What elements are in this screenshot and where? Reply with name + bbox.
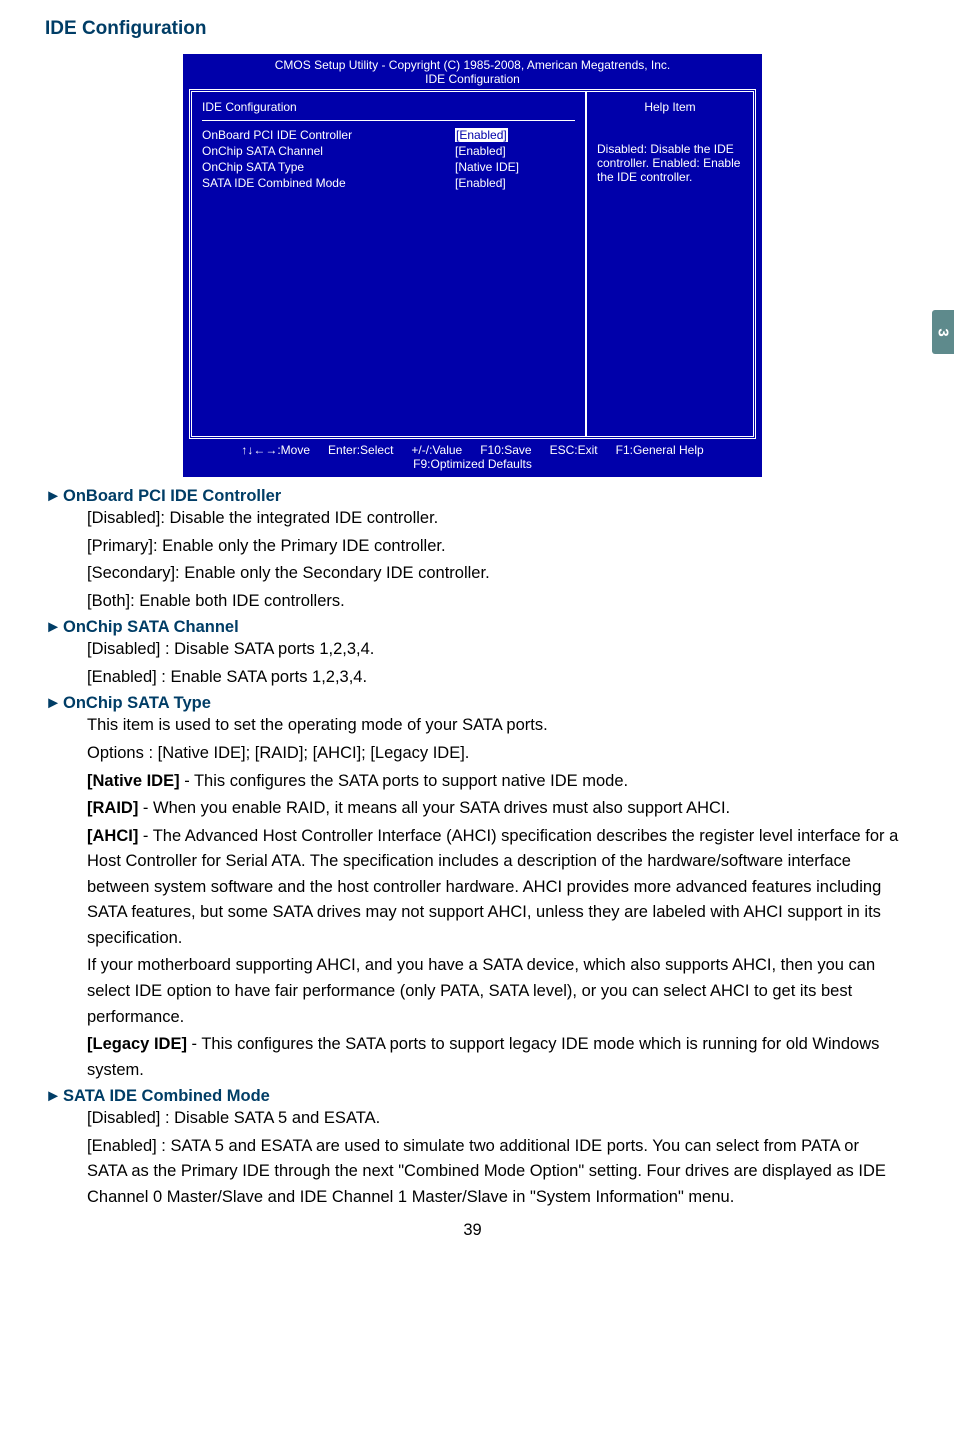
setting-label: OnBoard PCI IDE Controller	[202, 127, 455, 143]
page-tab-number: 3	[935, 328, 952, 336]
bios-frame: IDE Configuration OnBoard PCI IDE Contro…	[189, 89, 756, 439]
desc-line: [Legacy IDE] - This configures the SATA …	[45, 1032, 900, 1083]
desc-line: [Enabled] : Enable SATA ports 1,2,3,4.	[45, 665, 900, 691]
option-rest: - When you enable RAID, it means all you…	[138, 799, 730, 817]
bios-subheader: IDE Configuration	[183, 72, 762, 89]
footer-select: Enter:Select	[328, 443, 393, 457]
bold-option: [RAID]	[87, 799, 138, 817]
bios-screenshot: CMOS Setup Utility - Copyright (C) 1985-…	[183, 54, 762, 477]
footer-move: ↑↓←→:Move	[241, 443, 310, 457]
heading-text: OnChip SATA Channel	[63, 618, 239, 636]
setting-value: [Enabled]	[455, 127, 575, 143]
bold-option: [AHCI]	[87, 827, 138, 845]
desc-line: [Secondary]: Enable only the Secondary I…	[45, 561, 900, 587]
setting-label: OnChip SATA Type	[202, 159, 455, 175]
desc-line: [RAID] - When you enable RAID, it means …	[45, 796, 900, 822]
heading-text: OnChip SATA Type	[63, 694, 211, 712]
section-title: IDE Configuration	[45, 18, 900, 40]
heading-text: OnBoard PCI IDE Controller	[63, 487, 281, 505]
bios-category-left: IDE Configuration	[202, 100, 297, 114]
heading-text: SATA IDE Combined Mode	[63, 1087, 270, 1105]
item-heading: ►OnBoard PCI IDE Controller	[45, 487, 900, 506]
bold-option: [Native IDE]	[87, 772, 180, 790]
setting-value: [Enabled]	[455, 175, 575, 191]
arrow-icon: ►	[45, 487, 63, 506]
option-rest: - The Advanced Host Controller Interface…	[87, 827, 898, 947]
option-rest: - This configures the SATA ports to supp…	[180, 772, 628, 790]
footer-exit: ESC:Exit	[550, 443, 598, 457]
arrow-icon: ►	[45, 1087, 63, 1106]
setting-value: [Enabled]	[455, 143, 575, 159]
bios-help-text: Disabled: Disable the IDE controller. En…	[597, 142, 743, 184]
bold-option: [Legacy IDE]	[87, 1035, 187, 1053]
setting-label: SATA IDE Combined Mode	[202, 175, 455, 191]
desc-line: If your motherboard supporting AHCI, and…	[45, 953, 900, 1030]
setting-value-highlight: [Enabled]	[455, 128, 508, 142]
setting-label: OnChip SATA Channel	[202, 143, 455, 159]
desc-line: [Disabled] : Disable SATA 5 and ESATA.	[45, 1106, 900, 1132]
footer-save: F10:Save	[480, 443, 531, 457]
option-rest: - This configures the SATA ports to supp…	[87, 1035, 879, 1079]
page-content: IDE Configuration CMOS Setup Utility - C…	[0, 0, 954, 1240]
bios-header: CMOS Setup Utility - Copyright (C) 1985-…	[183, 54, 762, 72]
desc-line: This item is used to set the operating m…	[45, 713, 900, 739]
desc-line: [Primary]: Enable only the Primary IDE c…	[45, 534, 900, 560]
desc-line: [Disabled] : Disable SATA ports 1,2,3,4.	[45, 637, 900, 663]
bios-footer: ↑↓←→:Move Enter:Select +/-/:Value F10:Sa…	[183, 439, 762, 477]
item-heading: ►OnChip SATA Type	[45, 694, 900, 713]
desc-line: [Both]: Enable both IDE controllers.	[45, 589, 900, 615]
footer-defaults: F9:Optimized Defaults	[183, 457, 762, 471]
desc-line: Options : [Native IDE]; [RAID]; [AHCI]; …	[45, 741, 900, 767]
bios-category-right: Help Item	[597, 100, 743, 114]
desc-line: [Disabled]: Disable the integrated IDE c…	[45, 506, 900, 532]
desc-line: [Native IDE] - This configures the SATA …	[45, 769, 900, 795]
arrow-icon: ►	[45, 694, 63, 713]
page-tab: 3	[932, 310, 954, 354]
footer-help: F1:General Help	[616, 443, 704, 457]
page-number: 39	[45, 1221, 900, 1240]
item-heading: ►SATA IDE Combined Mode	[45, 1087, 900, 1106]
desc-line: [Enabled] : SATA 5 and ESATA are used to…	[45, 1134, 900, 1211]
arrow-icon: ►	[45, 618, 63, 637]
setting-value: [Native IDE]	[455, 159, 575, 175]
desc-line: [AHCI] - The Advanced Host Controller In…	[45, 824, 900, 952]
footer-value: +/-/:Value	[411, 443, 462, 457]
bios-right-panel: Help Item Disabled: Disable the IDE cont…	[587, 92, 753, 436]
item-heading: ►OnChip SATA Channel	[45, 618, 900, 637]
bios-left-panel: IDE Configuration OnBoard PCI IDE Contro…	[192, 92, 587, 436]
